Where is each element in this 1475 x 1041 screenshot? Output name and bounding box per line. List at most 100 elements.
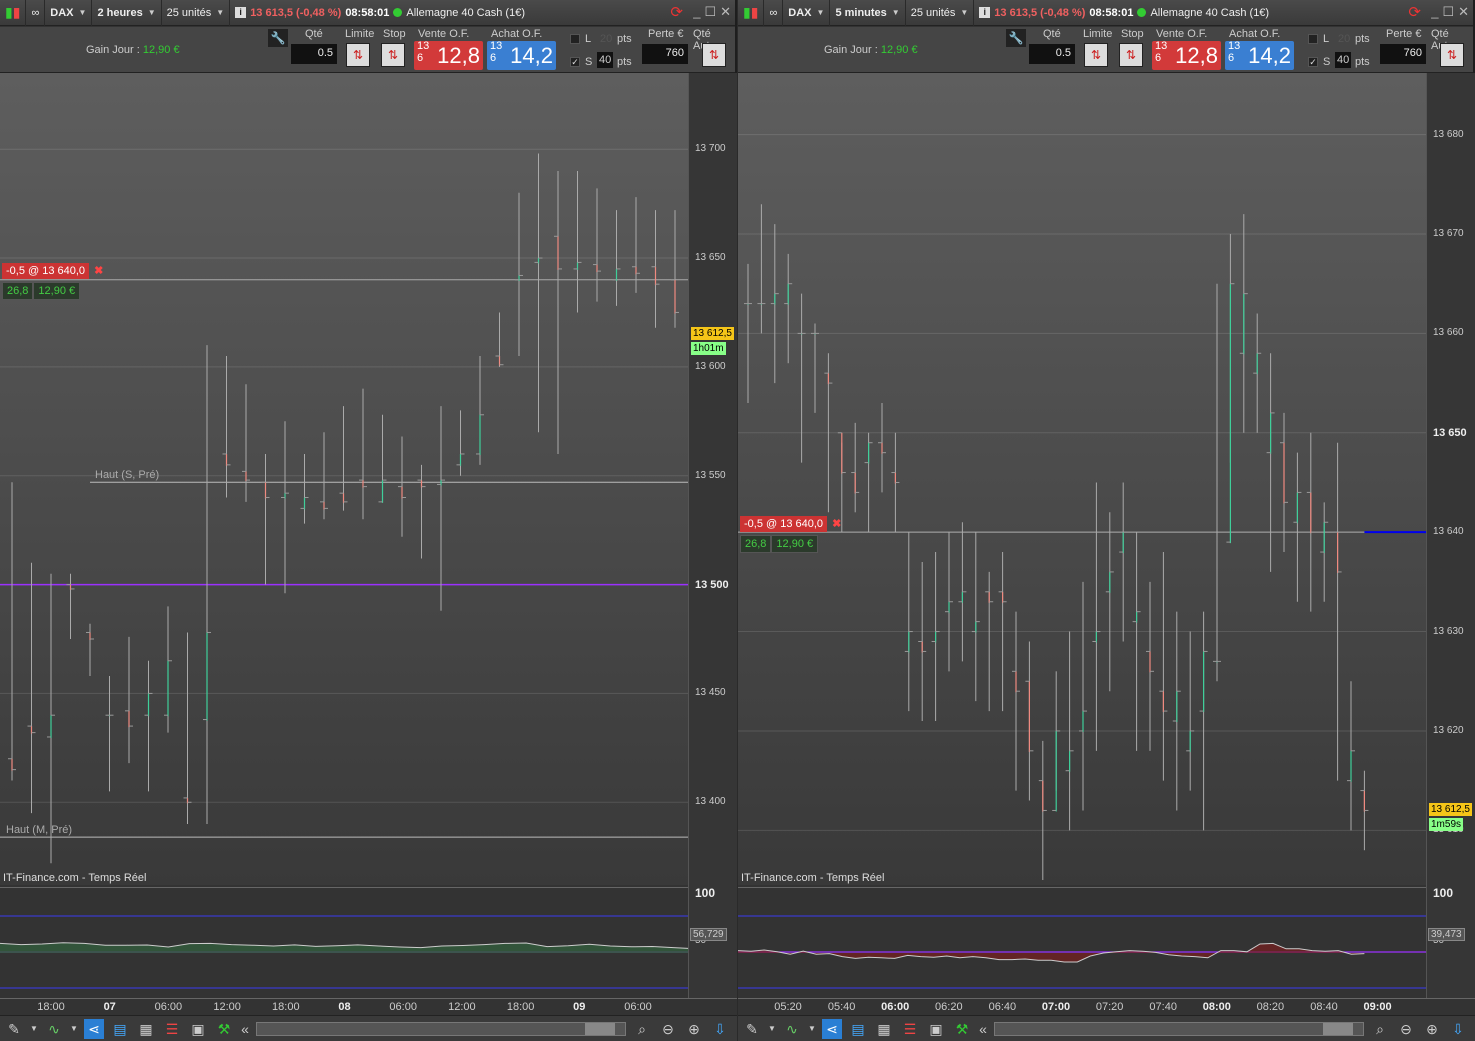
symbol-dropdown[interactable]: DAX ▼ xyxy=(45,0,93,26)
chevron-down-icon[interactable]: ▼ xyxy=(70,1019,78,1039)
price-axis[interactable]: 13 700 13 650 13 600 13 550 13 500 13 450 13 4… xyxy=(688,73,737,998)
limit-order-icon[interactable]: ⇅ xyxy=(1084,43,1108,67)
drawing-tool-icon[interactable]: ✎ xyxy=(742,1019,762,1039)
buy-button[interactable]: 13 6 14,2 xyxy=(1225,40,1294,70)
pts-label: pts xyxy=(1355,33,1370,45)
zoom-in-icon[interactable]: ⊕ xyxy=(1422,1019,1442,1039)
order-tag[interactable]: -0,5 @ 13 640,0 ✖ xyxy=(2,262,103,279)
zoom-in-icon[interactable]: ⊕ xyxy=(684,1019,704,1039)
time-axis[interactable]: 18:00 07 06:00 12:00 18:00 08 06:00 12:00 18:00 0… xyxy=(0,998,737,1015)
wrench-icon[interactable]: 🔧 xyxy=(268,29,288,47)
stop-pts-input[interactable]: 40 xyxy=(1335,52,1352,68)
orders-list-icon[interactable]: ▦ xyxy=(136,1019,156,1039)
qty-input[interactable]: 0.5 xyxy=(1029,44,1075,64)
price-chart[interactable]: -0,5 @ 13 640,0 ✖ 26,8 12,90 € Haut (S, Pr… xyxy=(0,73,688,885)
minimize-icon[interactable]: _ xyxy=(1431,4,1438,20)
scroll-thumb[interactable] xyxy=(1323,1022,1353,1035)
stop-checkbox[interactable]: ✓ xyxy=(1308,57,1318,67)
order-book-icon[interactable]: ☰ xyxy=(900,1019,920,1039)
drawing-tool-icon[interactable]: ✎ xyxy=(4,1019,24,1039)
units-dropdown[interactable]: 25 unités ▼ xyxy=(162,0,231,26)
collapse-left-icon[interactable]: « xyxy=(240,1019,250,1039)
sell-button[interactable]: 13 6 12,8 xyxy=(1152,40,1221,70)
trade-tool-icon[interactable]: ⚒ xyxy=(214,1019,234,1039)
price-chart[interactable]: -0,5 @ 13 640,0 ✖ 26,8 12,90 € IT-Finance.… xyxy=(738,73,1426,885)
qty-input[interactable]: 0.5 xyxy=(291,44,337,64)
horizontal-scrollbar[interactable] xyxy=(994,1021,1364,1036)
download-icon[interactable]: ⇩ xyxy=(710,1019,730,1039)
maximize-icon[interactable]: ☐ xyxy=(704,4,716,20)
bar-countdown: 1m59s xyxy=(1429,818,1464,832)
candlestick-icon: ▮ xyxy=(743,4,751,20)
limit-label: Limite xyxy=(1083,28,1113,40)
zoom-fit-icon[interactable]: ⌕ xyxy=(632,1019,652,1039)
chart-type-button[interactable]: ▮ ▮ xyxy=(0,0,27,26)
limit-pts-input[interactable]: 20 xyxy=(1338,33,1350,45)
indicator-pane[interactable] xyxy=(0,887,695,997)
collapse-left-icon[interactable]: « xyxy=(978,1019,988,1039)
chevron-down-icon[interactable]: ▼ xyxy=(768,1019,776,1039)
zoom-out-icon[interactable]: ⊖ xyxy=(658,1019,678,1039)
limit-pts-input[interactable]: 20 xyxy=(600,33,612,45)
instrument-name[interactable]: Allemagne 40 Cash (1€) xyxy=(1150,7,1269,19)
download-icon[interactable]: ⇩ xyxy=(1448,1019,1468,1039)
time-axis-label: 07:20 xyxy=(1095,1001,1124,1013)
share-icon[interactable]: ⋖ xyxy=(84,1018,104,1039)
loss-input[interactable]: 760 xyxy=(642,44,688,64)
link-button[interactable]: ∞ xyxy=(26,0,46,26)
symbol-dropdown[interactable]: DAX ▼ xyxy=(783,0,831,26)
close-icon[interactable]: ✕ xyxy=(1458,4,1469,20)
trade-tool-icon[interactable]: ⚒ xyxy=(952,1019,972,1039)
comment-icon[interactable]: ▤ xyxy=(848,1019,868,1039)
period-dropdown[interactable]: 2 heures ▼ xyxy=(92,0,162,26)
compare-icon[interactable]: ▣ xyxy=(188,1019,208,1039)
level-label-month-high: Haut (M, Pré) xyxy=(6,824,73,837)
share-icon[interactable]: ⋖ xyxy=(822,1018,842,1039)
stop-checkbox[interactable]: ✓ xyxy=(570,57,580,67)
instrument-name[interactable]: Allemagne 40 Cash (1€) xyxy=(406,7,525,19)
stop-order-icon[interactable]: ⇅ xyxy=(1119,43,1143,67)
info-icon[interactable]: i xyxy=(979,7,991,18)
link-button[interactable]: ∞ xyxy=(764,0,784,26)
close-order-icon[interactable]: ✖ xyxy=(832,518,841,530)
auto-qty-icon[interactable]: ⇅ xyxy=(702,43,726,67)
maximize-icon[interactable]: ☐ xyxy=(1442,4,1454,20)
order-tag[interactable]: -0,5 @ 13 640,0 ✖ xyxy=(740,516,841,533)
refresh-icon[interactable]: ⟳ xyxy=(1408,3,1421,21)
period-dropdown[interactable]: 5 minutes ▼ xyxy=(830,0,906,26)
indicators-icon[interactable]: ∿ xyxy=(44,1019,64,1039)
limit-checkbox[interactable] xyxy=(570,34,580,44)
wrench-icon[interactable]: 🔧 xyxy=(1006,29,1026,47)
sell-button[interactable]: 13 6 12,8 xyxy=(414,40,483,70)
compare-icon[interactable]: ▣ xyxy=(926,1019,946,1039)
time-axis-label: 08:20 xyxy=(1256,1001,1285,1013)
close-icon[interactable]: ✕ xyxy=(720,4,731,20)
time-axis[interactable]: 05:20 05:40 06:00 06:20 06:40 07:00 07:20 07:40… xyxy=(738,998,1475,1015)
chevron-down-icon[interactable]: ▼ xyxy=(30,1019,38,1039)
order-book-icon[interactable]: ☰ xyxy=(162,1019,182,1039)
indicators-icon[interactable]: ∿ xyxy=(782,1019,802,1039)
units-dropdown[interactable]: 25 unités ▼ xyxy=(906,0,975,26)
comment-icon[interactable]: ▤ xyxy=(110,1019,130,1039)
horizontal-scrollbar[interactable] xyxy=(256,1021,626,1036)
buy-button[interactable]: 13 6 14,2 xyxy=(487,40,556,70)
chart-type-button[interactable]: ▮ ▮ xyxy=(738,0,765,26)
chevron-down-icon[interactable]: ▼ xyxy=(808,1019,816,1039)
stop-pts-input[interactable]: 40 xyxy=(597,52,614,68)
zoom-out-icon[interactable]: ⊖ xyxy=(1396,1019,1416,1039)
refresh-icon[interactable]: ⟳ xyxy=(670,3,683,21)
stop-order-icon[interactable]: ⇅ xyxy=(381,43,405,67)
limit-checkbox[interactable] xyxy=(1308,34,1318,44)
close-order-icon[interactable]: ✖ xyxy=(94,265,103,277)
indicator-pane[interactable] xyxy=(737,887,1426,997)
loss-input[interactable]: 760 xyxy=(1380,44,1426,64)
scroll-thumb[interactable] xyxy=(585,1022,615,1035)
minimize-icon[interactable]: _ xyxy=(693,4,700,20)
limit-order-icon[interactable]: ⇅ xyxy=(346,43,370,67)
info-icon[interactable]: i xyxy=(235,7,247,18)
buy-price: 14,2 xyxy=(510,43,553,68)
price-axis[interactable]: 13 680 13 670 13 660 13 650 13 640 13 630 13 6… xyxy=(1426,73,1475,998)
zoom-fit-icon[interactable]: ⌕ xyxy=(1370,1019,1390,1039)
auto-qty-icon[interactable]: ⇅ xyxy=(1440,43,1464,67)
orders-list-icon[interactable]: ▦ xyxy=(874,1019,894,1039)
